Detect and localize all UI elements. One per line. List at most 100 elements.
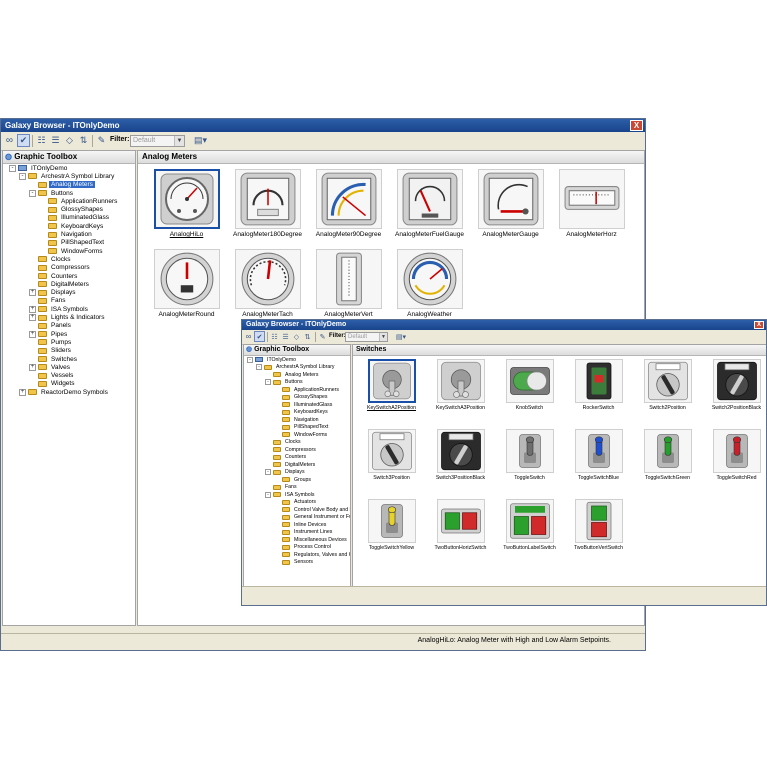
tree-node[interactable]: IlluminatedGlass — [274, 401, 334, 409]
browse-icon[interactable]: ∞ — [243, 331, 254, 342]
tree-node[interactable]: Process Control — [274, 544, 333, 552]
symbol-tile[interactable]: TwoButtonLabelSwitch — [495, 498, 564, 568]
title-bar[interactable]: Galaxy Browser - ITOnlyDemo X — [1, 119, 645, 132]
tree-node[interactable]: - ISA Symbols — [265, 491, 316, 499]
tree-node[interactable]: Vessels — [29, 372, 75, 380]
tree-node[interactable]: - Displays — [265, 469, 307, 477]
tree-node[interactable]: Regulators, Valves and Ot — [274, 551, 350, 559]
tree-node[interactable]: Fans — [265, 484, 299, 492]
expand-icon[interactable]: + — [29, 314, 36, 322]
tree-node[interactable]: - ITOnlyDemo — [9, 164, 69, 172]
collapse-icon[interactable]: - — [247, 356, 253, 363]
symbol-tile[interactable]: AnalogMeterRound — [146, 248, 227, 328]
tree-node[interactable]: Fans — [29, 297, 67, 305]
tree-node[interactable]: PillShapedText — [274, 424, 330, 432]
tree-node[interactable]: Analog Meters — [29, 181, 95, 189]
symbol-tile[interactable]: AnalogWeather — [389, 248, 470, 328]
tree-node[interactable]: GlossyShapes — [39, 206, 105, 214]
collapse-icon[interactable]: - — [29, 189, 36, 197]
collapse-icon[interactable]: - — [9, 164, 16, 172]
tree-view-icon[interactable]: ☷ — [269, 331, 280, 342]
tree-node[interactable]: Compressors — [265, 446, 318, 454]
tree-node[interactable]: KeyboardKeys — [274, 409, 330, 417]
tree-node[interactable]: WindowForms — [274, 431, 329, 439]
tree-node[interactable]: - ArchestrA Symbol Library — [256, 364, 337, 372]
collapse-icon[interactable]: - — [256, 364, 262, 371]
close-button[interactable]: X — [630, 120, 643, 131]
collapse-icon[interactable]: - — [265, 491, 271, 498]
tree-node[interactable]: Navigation — [274, 416, 321, 424]
symbol-tile[interactable]: KeySwitchA3Position — [426, 358, 495, 428]
tree-node[interactable]: Counters — [265, 454, 308, 462]
symbol-tile[interactable]: Switch3PositionBlack — [426, 428, 495, 498]
symbol-tile[interactable]: KeySwitchA2Position — [357, 358, 426, 428]
tree-node[interactable]: KeyboardKeys — [39, 222, 105, 230]
list-view-icon[interactable]: ☰ — [280, 331, 291, 342]
symbol-tile[interactable]: AnalogHiLo — [146, 168, 227, 248]
tree-node[interactable]: - Buttons — [265, 379, 305, 387]
edit-filter-icon[interactable]: ✎ — [317, 331, 328, 342]
expand-icon[interactable]: + — [19, 388, 26, 396]
symbol-tile[interactable]: Switch2PositionBlack — [702, 358, 766, 428]
tree-node[interactable]: Navigation — [39, 230, 94, 238]
tree-node[interactable]: + Displays — [29, 289, 78, 297]
symbol-tile[interactable]: AnalogMeter90Degree — [308, 168, 389, 248]
tree-node[interactable]: Switches — [29, 355, 79, 363]
check-icon[interactable]: ✔ — [17, 134, 30, 147]
symbol-tile[interactable]: TwoButtonVertSwitch — [564, 498, 633, 568]
symbol-tile[interactable]: Switch3Position — [357, 428, 426, 498]
symbol-tile[interactable]: TwoButtonHorizSwitch — [426, 498, 495, 568]
symbol-tile[interactable]: ToggleSwitchYellow — [357, 498, 426, 568]
symbol-tile[interactable]: AnalogMeterVert — [308, 248, 389, 328]
expand-icon[interactable]: + — [29, 330, 36, 338]
sort-icon[interactable]: ⇅ — [302, 331, 313, 342]
tree-node[interactable]: - ITOnlyDemo — [247, 356, 298, 364]
edit-filter-icon[interactable]: ✎ — [95, 134, 108, 147]
symbol-tile[interactable]: AnalogMeterTach — [227, 248, 308, 328]
tree-node[interactable]: Groups — [274, 476, 313, 484]
tree-node[interactable]: Clocks — [265, 439, 303, 447]
check-icon[interactable]: ✔ — [254, 331, 265, 342]
symbol-tile[interactable]: Switch2Position — [633, 358, 702, 428]
tree-node[interactable]: PillShapedText — [39, 239, 106, 247]
sort-icon[interactable]: ⇅ — [77, 134, 90, 147]
list-view-icon[interactable]: ☰ — [49, 134, 62, 147]
tree-view-icon[interactable]: ☷ — [35, 134, 48, 147]
collapse-icon[interactable]: - — [265, 469, 271, 476]
filter-dropdown[interactable]: Default ▼ — [130, 135, 185, 147]
tree-node[interactable]: Inline Devices — [274, 521, 328, 529]
tree-node[interactable]: Analog Meters — [265, 371, 320, 379]
view-options-icon[interactable]: ▤▾ — [192, 134, 209, 147]
symbol-tile[interactable]: AnalogMeter180Degree — [227, 168, 308, 248]
tag-icon[interactable]: ◇ — [63, 134, 76, 147]
expand-icon[interactable]: + — [29, 289, 36, 297]
symbol-tile[interactable]: ToggleSwitchRed — [702, 428, 766, 498]
tree-node[interactable]: Clocks — [29, 255, 73, 263]
collapse-icon[interactable]: - — [265, 379, 271, 386]
tree-node[interactable]: Counters — [29, 272, 79, 280]
symbol-tile[interactable]: AnalogMeterHorz — [551, 168, 632, 248]
close-button[interactable]: X — [754, 321, 764, 329]
symbol-tile[interactable]: ToggleSwitchGreen — [633, 428, 702, 498]
symbol-tile[interactable]: KnobSwitch — [495, 358, 564, 428]
tag-icon[interactable]: ◇ — [291, 331, 302, 342]
tree-node[interactable]: + Lights & Indicators — [29, 313, 106, 322]
tree-node[interactable]: + Pipes — [29, 330, 69, 338]
tree-node[interactable]: ApplicationRunners — [39, 197, 119, 205]
tree-node[interactable]: Actuators — [274, 499, 318, 507]
tree-node[interactable]: - ArchestrA Symbol Library — [19, 172, 116, 180]
tree-node[interactable]: WindowForms — [39, 247, 105, 255]
tree-node[interactable]: Widgets — [29, 380, 76, 388]
tree-node[interactable]: - Buttons — [29, 189, 75, 197]
tree-node[interactable]: Sliders — [29, 347, 73, 355]
tree-node[interactable]: Panels — [29, 322, 73, 330]
symbol-tile[interactable]: RockerSwitch — [564, 358, 633, 428]
tree-node[interactable]: Miscellaneous Devices — [274, 536, 349, 544]
tree-node[interactable]: + Valves — [29, 363, 72, 371]
browse-icon[interactable]: ∞ — [3, 134, 16, 147]
tree-node[interactable]: Pumps — [29, 338, 73, 346]
tree-node[interactable]: DigitalMeters — [265, 461, 317, 469]
tree-node[interactable]: Control Valve Body and Da — [274, 506, 350, 514]
tree-node[interactable]: ApplicationRunners — [274, 386, 341, 394]
symbol-tile[interactable]: AnalogMeterGauge — [470, 168, 551, 248]
